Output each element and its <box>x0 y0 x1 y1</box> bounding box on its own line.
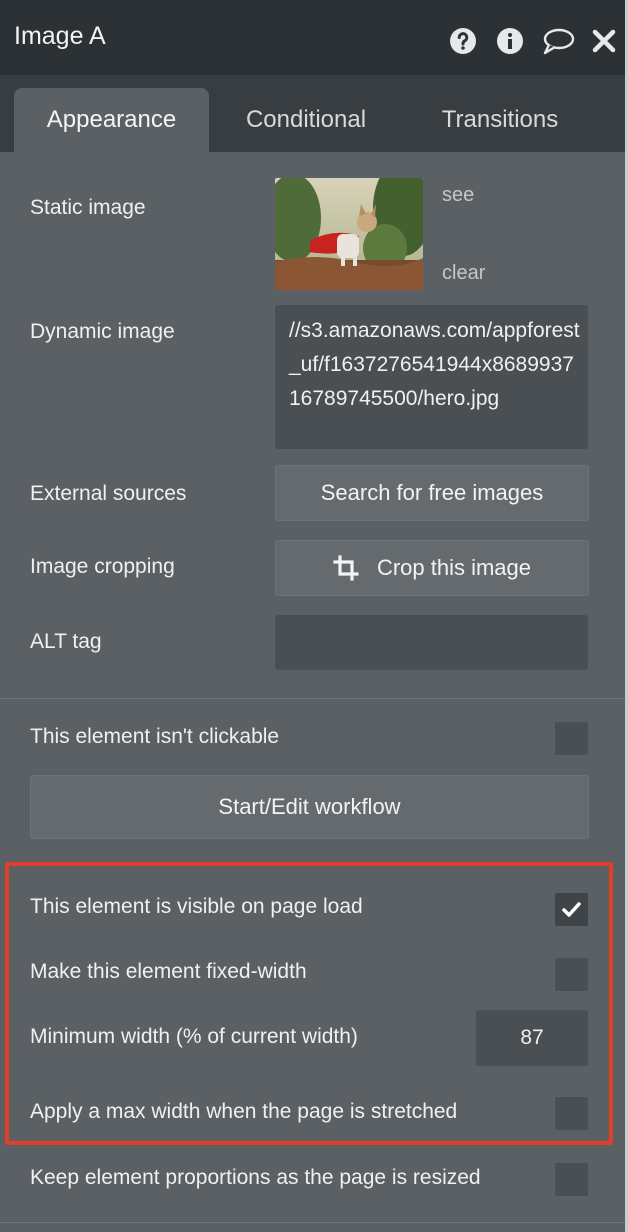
fixed-width-checkbox[interactable] <box>555 958 588 991</box>
tab-bar: Appearance Conditional Transitions <box>0 75 628 152</box>
crop-image-button[interactable]: Crop this image <box>275 540 589 596</box>
clear-image-link[interactable]: clear <box>442 262 485 285</box>
visible-on-load-checkbox[interactable] <box>555 893 588 926</box>
image-cropping-label: Image cropping <box>30 555 175 578</box>
external-sources-label: External sources <box>30 482 187 505</box>
not-clickable-checkbox[interactable] <box>555 722 588 755</box>
help-circle-icon[interactable] <box>449 27 477 55</box>
visible-on-load-label: This element is visible on page load <box>30 895 363 918</box>
dynamic-image-value: //s3.amazonaws.com/appforest_uf/f1637276… <box>289 319 580 410</box>
keep-proportions-checkbox[interactable] <box>555 1163 588 1196</box>
min-width-input[interactable]: 87 <box>476 1010 588 1066</box>
min-width-label: Minimum width (% of current width) <box>30 1025 358 1048</box>
checkmark-icon <box>562 902 581 917</box>
bottom-divider <box>0 1222 628 1223</box>
comment-icon[interactable] <box>541 27 575 55</box>
panel-title: Image A <box>14 22 106 50</box>
section-divider <box>0 698 628 699</box>
alt-tag-label: ALT tag <box>30 630 102 653</box>
see-image-link[interactable]: see <box>442 184 474 207</box>
not-clickable-label: This element isn't clickable <box>30 725 280 748</box>
keep-proportions-label: Keep element proportions as the page is … <box>30 1166 481 1189</box>
alt-tag-input[interactable] <box>275 615 588 670</box>
panel-header: Image A <box>0 0 628 75</box>
start-edit-workflow-label: Start/Edit workflow <box>218 794 401 819</box>
fixed-width-label: Make this element fixed-width <box>30 960 307 983</box>
crop-image-label: Crop this image <box>376 555 532 580</box>
search-free-images-label: Search for free images <box>320 480 544 505</box>
max-width-label: Apply a max width when the page is stret… <box>30 1100 458 1123</box>
dynamic-image-label: Dynamic image <box>30 320 175 343</box>
static-image-label: Static image <box>30 196 146 219</box>
tab-appearance[interactable]: Appearance <box>14 88 209 152</box>
info-circle-icon[interactable] <box>496 27 524 55</box>
static-image-thumbnail[interactable] <box>275 178 423 290</box>
tab-transitions[interactable]: Transitions <box>420 88 580 152</box>
search-free-images-button[interactable]: Search for free images <box>275 465 589 521</box>
start-edit-workflow-button[interactable]: Start/Edit workflow <box>30 775 589 839</box>
close-icon[interactable] <box>592 27 616 55</box>
hero-image-preview <box>275 178 423 290</box>
tab-conditional[interactable]: Conditional <box>224 88 388 152</box>
max-width-checkbox[interactable] <box>555 1097 588 1130</box>
crop-icon <box>333 555 359 581</box>
